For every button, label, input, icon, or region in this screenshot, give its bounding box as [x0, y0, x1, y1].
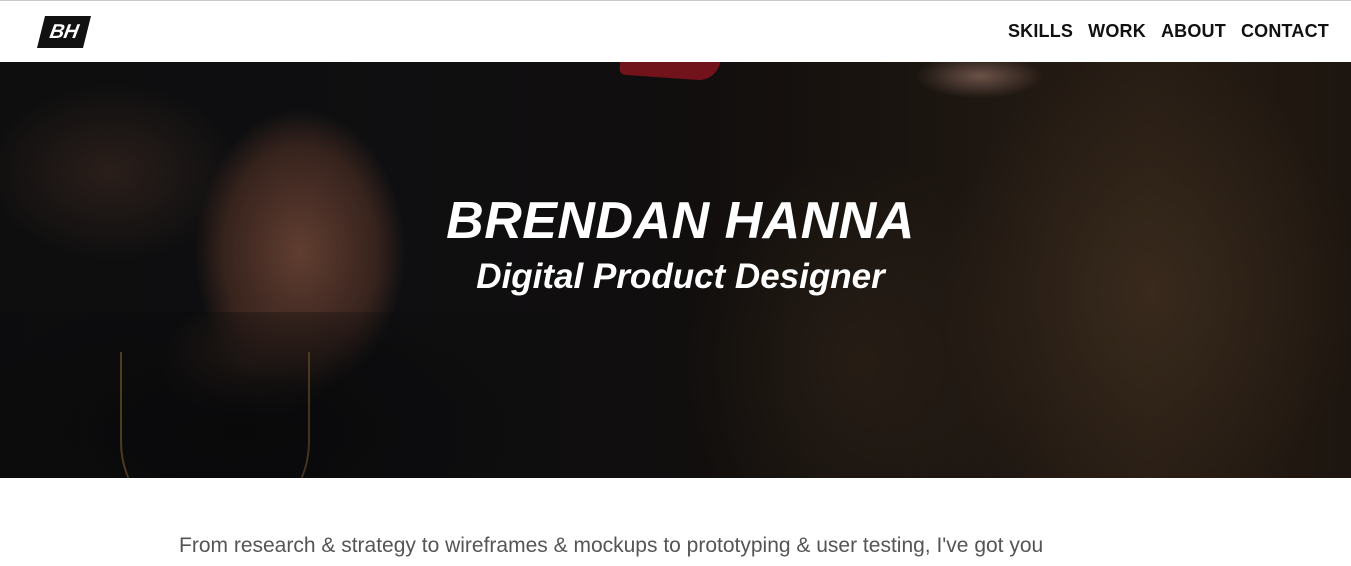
nav-link-contact[interactable]: CONTACT [1241, 21, 1329, 42]
nav-link-skills[interactable]: SKILLS [1008, 21, 1073, 42]
nav-link-work[interactable]: WORK [1088, 21, 1146, 42]
logo[interactable]: BH [37, 15, 91, 48]
hero-subtitle: Digital Product Designer [476, 257, 885, 296]
portfolio-page: BH SKILLS WORK ABOUT CONTACT BRENDAN HAN… [0, 0, 1351, 566]
main-nav: SKILLS WORK ABOUT CONTACT [1008, 21, 1329, 42]
hero-text-block: BRENDAN HANNA Digital Product Designer [0, 190, 1351, 299]
hero-title: BRENDAN HANNA [446, 192, 915, 250]
intro-paragraph: From research & strategy to wireframes &… [179, 534, 1044, 557]
hero-banner: BRENDAN HANNA Digital Product Designer [0, 62, 1351, 478]
intro-section: From research & strategy to wireframes &… [0, 478, 1351, 562]
nav-link-about[interactable]: ABOUT [1161, 21, 1226, 42]
site-header: BH SKILLS WORK ABOUT CONTACT [0, 1, 1351, 62]
logo-text: BH [48, 20, 81, 42]
